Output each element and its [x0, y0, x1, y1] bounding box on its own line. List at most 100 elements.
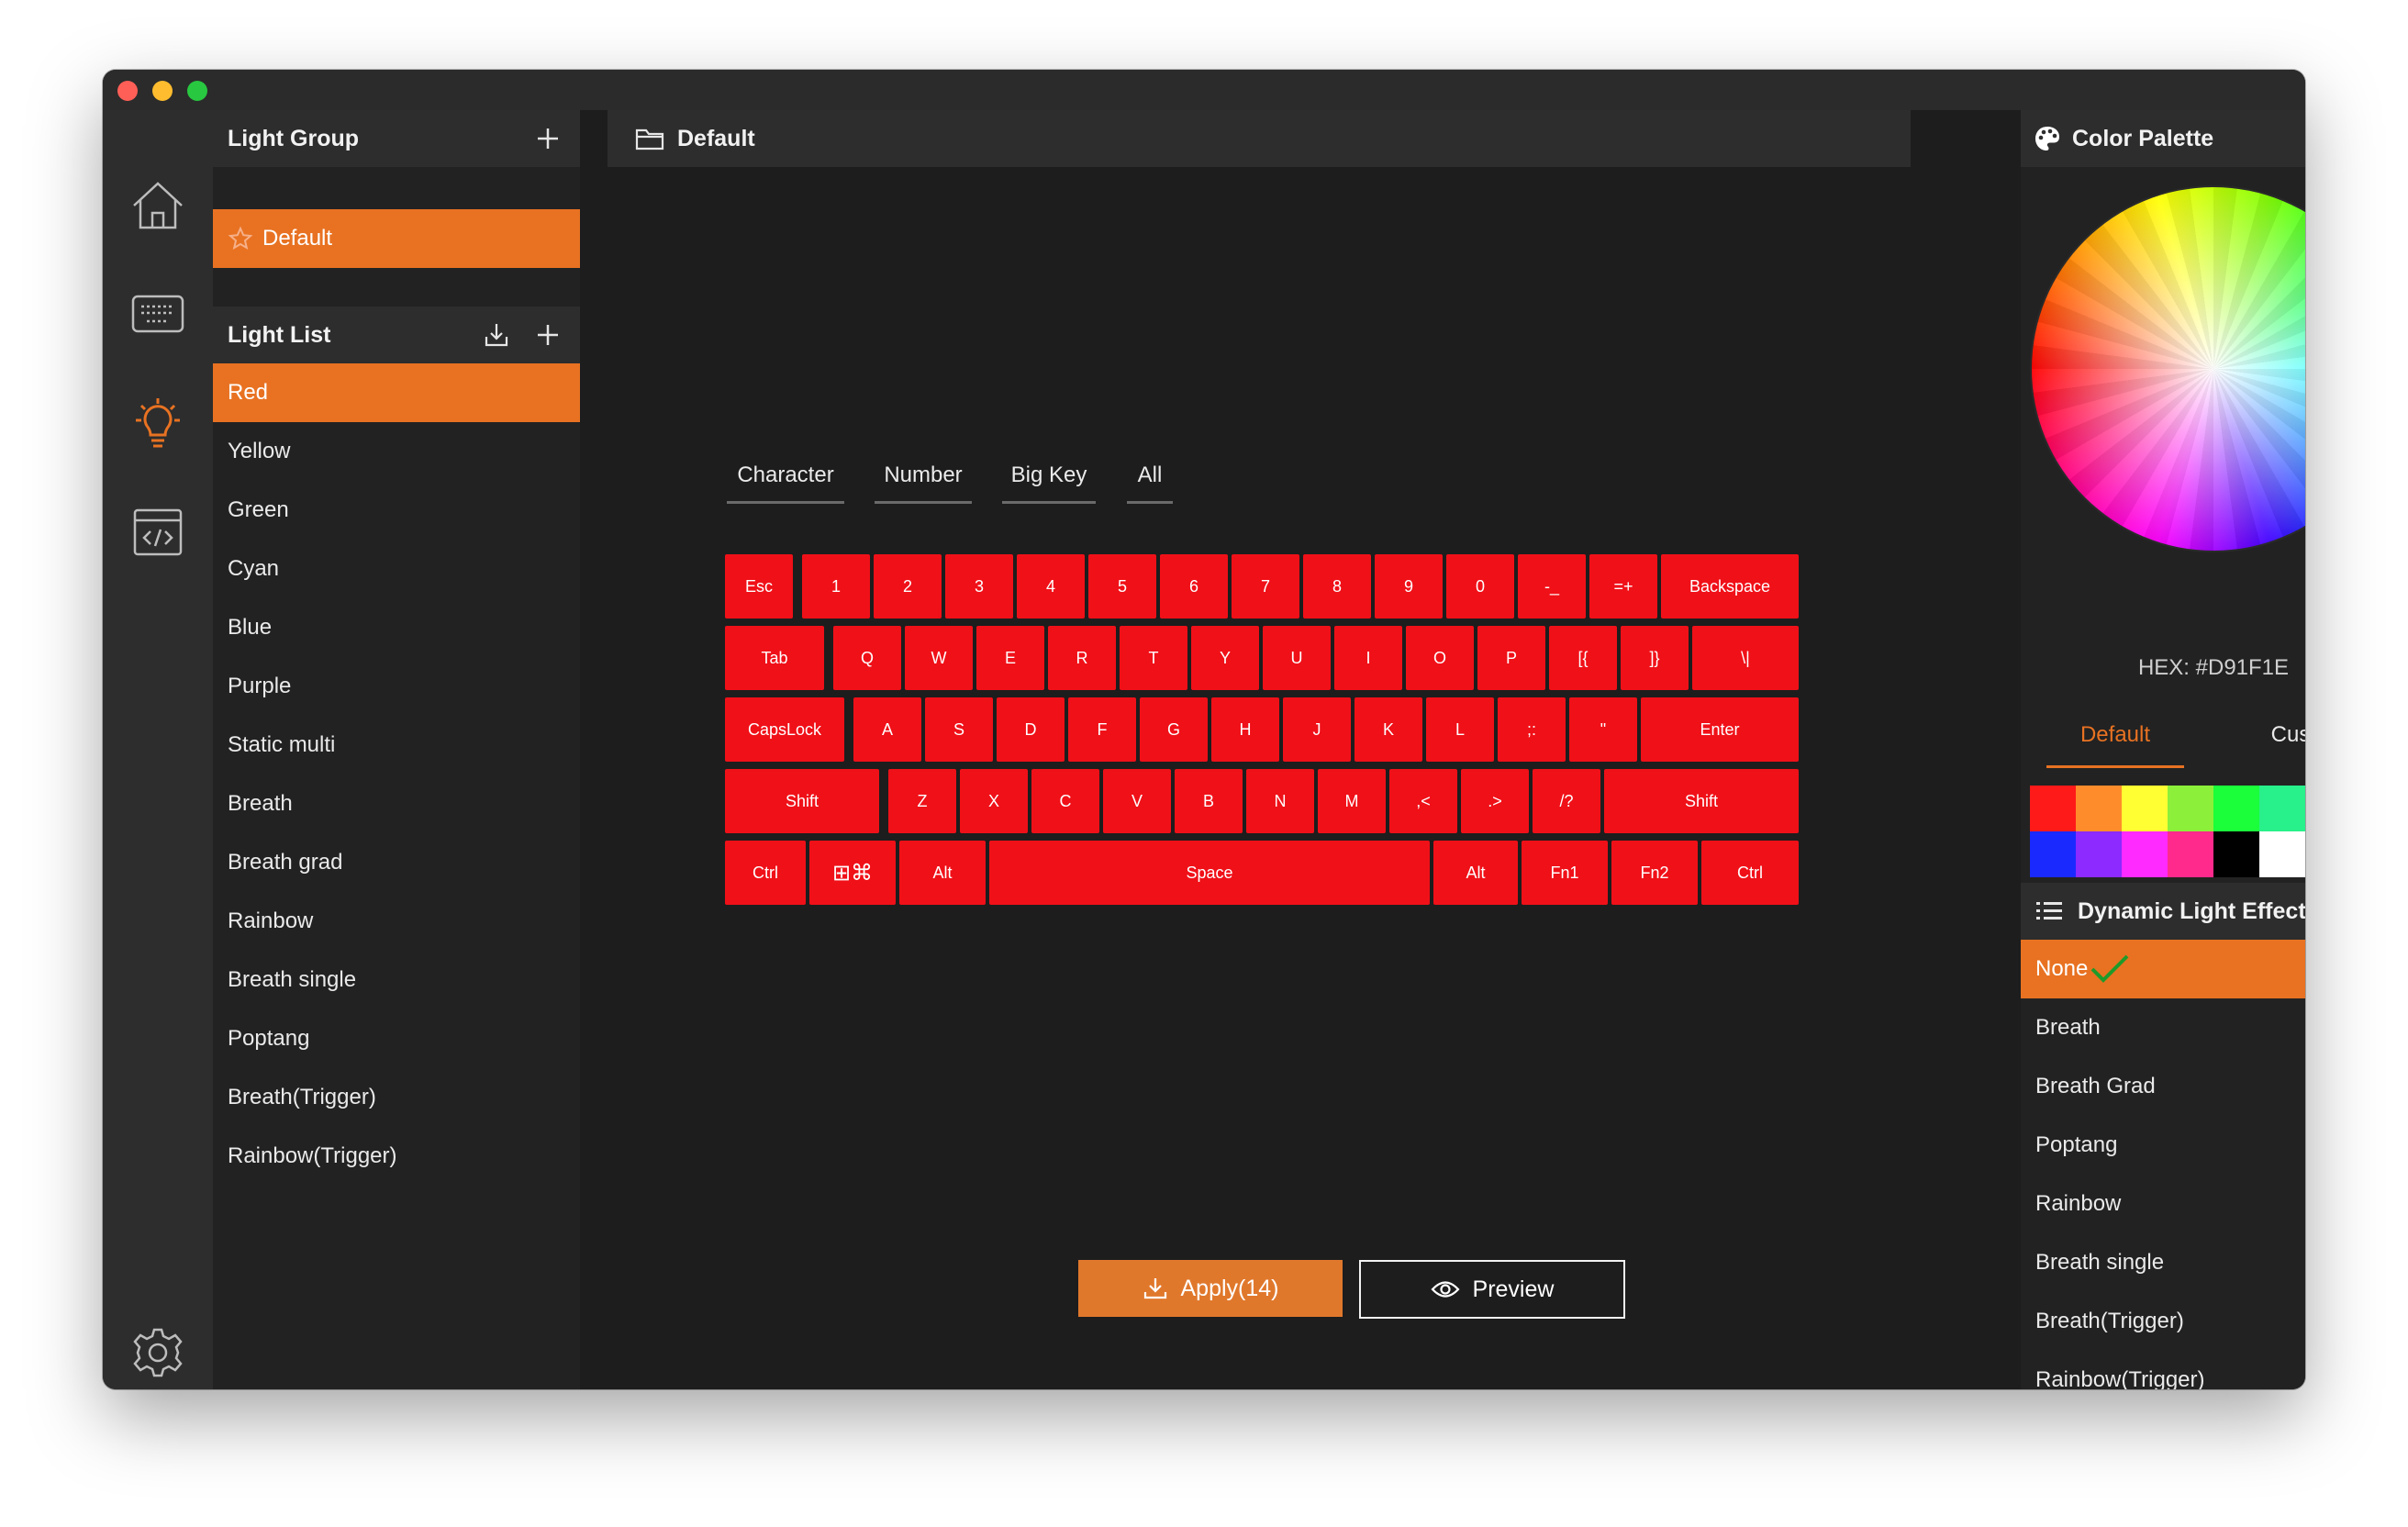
key-3[interactable]: 3	[945, 554, 1013, 619]
color-swatch[interactable]	[2076, 786, 2122, 831]
plus-icon[interactable]	[534, 321, 562, 349]
effect-item-rainbow[interactable]: Rainbow	[2021, 1175, 2305, 1233]
tab-character[interactable]: Character	[727, 450, 844, 504]
light-item-yellow[interactable]: Yellow	[213, 422, 580, 481]
key-z[interactable]: Z	[888, 769, 956, 833]
key-5[interactable]: 5	[1088, 554, 1156, 619]
key-1[interactable]: 1	[802, 554, 870, 619]
effect-item-breath-grad[interactable]: Breath Grad	[2021, 1057, 2305, 1116]
color-swatch[interactable]	[2259, 786, 2305, 831]
keyboard-icon[interactable]	[128, 284, 187, 343]
key-s[interactable]: S	[925, 697, 993, 762]
apply-button[interactable]: Apply(14)	[1078, 1260, 1343, 1317]
light-item-breath[interactable]: Breath	[213, 775, 580, 833]
key-j[interactable]: J	[1283, 697, 1351, 762]
key-h[interactable]: H	[1211, 697, 1279, 762]
key-0[interactable]: 0	[1446, 554, 1514, 619]
key-alt[interactable]: Alt	[899, 841, 986, 905]
key-e[interactable]: E	[976, 626, 1044, 690]
gear-icon[interactable]	[128, 1323, 187, 1382]
key-symbol[interactable]: =+	[1589, 554, 1657, 619]
key-i[interactable]: I	[1334, 626, 1402, 690]
light-item-red[interactable]: Red	[213, 363, 580, 422]
color-swatch[interactable]	[2030, 786, 2076, 831]
light-item-poptang[interactable]: Poptang	[213, 1009, 580, 1068]
key-x[interactable]: X	[960, 769, 1028, 833]
color-swatch[interactable]	[2030, 831, 2076, 877]
effect-item-breath-trigger[interactable]: Breath(Trigger)	[2021, 1292, 2305, 1351]
color-swatch[interactable]	[2168, 786, 2213, 831]
key-symbol[interactable]: .>	[1461, 769, 1529, 833]
key-backspace[interactable]: Backspace	[1661, 554, 1799, 619]
effect-item-poptang[interactable]: Poptang	[2021, 1116, 2305, 1175]
key-9[interactable]: 9	[1375, 554, 1443, 619]
light-item-green[interactable]: Green	[213, 481, 580, 540]
tab-default-palette[interactable]: Default	[2046, 705, 2184, 768]
color-swatch[interactable]	[2122, 786, 2168, 831]
light-item-breath-grad[interactable]: Breath grad	[213, 833, 580, 892]
minimize-window-button[interactable]	[152, 81, 173, 101]
light-item-breath-trigger[interactable]: Breath(Trigger)	[213, 1068, 580, 1127]
key-n[interactable]: N	[1246, 769, 1314, 833]
key-symbol[interactable]: \|	[1692, 626, 1799, 690]
key-g[interactable]: G	[1140, 697, 1208, 762]
key-r[interactable]: R	[1048, 626, 1116, 690]
key-symbol[interactable]: -_	[1518, 554, 1586, 619]
tab-all[interactable]: All	[1127, 450, 1173, 504]
key-symbol[interactable]: ;:	[1498, 697, 1566, 762]
light-item-static-multi[interactable]: Static multi	[213, 716, 580, 775]
key-o[interactable]: O	[1406, 626, 1474, 690]
light-item-blue[interactable]: Blue	[213, 598, 580, 657]
key-win-cmd[interactable]: ⊞⌘	[809, 841, 896, 905]
key-enter[interactable]: Enter	[1641, 697, 1799, 762]
effect-item-breath-single[interactable]: Breath single	[2021, 1233, 2305, 1292]
key-a[interactable]: A	[853, 697, 921, 762]
key-capslock[interactable]: CapsLock	[725, 697, 844, 762]
close-window-button[interactable]	[117, 81, 138, 101]
key-w[interactable]: W	[905, 626, 973, 690]
color-swatch[interactable]	[2259, 831, 2305, 877]
color-swatch[interactable]	[2076, 831, 2122, 877]
light-item-cyan[interactable]: Cyan	[213, 540, 580, 598]
color-swatch[interactable]	[2168, 831, 2213, 877]
key-2[interactable]: 2	[874, 554, 942, 619]
light-item-purple[interactable]: Purple	[213, 657, 580, 716]
light-item-breath-single[interactable]: Breath single	[213, 951, 580, 1009]
key-t[interactable]: T	[1120, 626, 1187, 690]
key-p[interactable]: P	[1477, 626, 1545, 690]
key-y[interactable]: Y	[1191, 626, 1259, 690]
light-item-rainbow[interactable]: Rainbow	[213, 892, 580, 951]
tab-big-key[interactable]: Big Key	[1002, 450, 1096, 504]
key-ctrl[interactable]: Ctrl	[1701, 841, 1799, 905]
key-u[interactable]: U	[1263, 626, 1331, 690]
effect-item-rainbow-trigger[interactable]: Rainbow(Trigger)	[2021, 1351, 2305, 1389]
key-4[interactable]: 4	[1017, 554, 1085, 619]
key-7[interactable]: 7	[1232, 554, 1299, 619]
key-shift[interactable]: Shift	[1604, 769, 1799, 833]
home-icon[interactable]	[128, 176, 187, 235]
key-tab[interactable]: Tab	[725, 626, 824, 690]
light-group-item-default[interactable]: Default	[213, 209, 580, 268]
key-b[interactable]: B	[1175, 769, 1243, 833]
code-window-icon[interactable]	[128, 503, 187, 562]
key-symbol[interactable]: /?	[1533, 769, 1600, 833]
key-m[interactable]: M	[1318, 769, 1386, 833]
key-symbol[interactable]: "	[1569, 697, 1637, 762]
effect-item-none[interactable]: None	[2021, 940, 2305, 998]
lightbulb-icon[interactable]	[128, 395, 187, 453]
preview-button[interactable]: Preview	[1359, 1260, 1625, 1319]
key-symbol[interactable]: [{	[1549, 626, 1617, 690]
key-6[interactable]: 6	[1160, 554, 1228, 619]
key-v[interactable]: V	[1103, 769, 1171, 833]
import-icon[interactable]	[483, 321, 510, 349]
key-esc[interactable]: Esc	[725, 554, 793, 619]
key-c[interactable]: C	[1031, 769, 1099, 833]
key-l[interactable]: L	[1426, 697, 1494, 762]
key-q[interactable]: Q	[833, 626, 901, 690]
key-f[interactable]: F	[1068, 697, 1136, 762]
zoom-window-button[interactable]	[187, 81, 207, 101]
plus-icon[interactable]	[534, 125, 562, 152]
color-swatch[interactable]	[2213, 831, 2259, 877]
key-symbol[interactable]: ]}	[1621, 626, 1689, 690]
effect-item-breath[interactable]: Breath	[2021, 998, 2305, 1057]
